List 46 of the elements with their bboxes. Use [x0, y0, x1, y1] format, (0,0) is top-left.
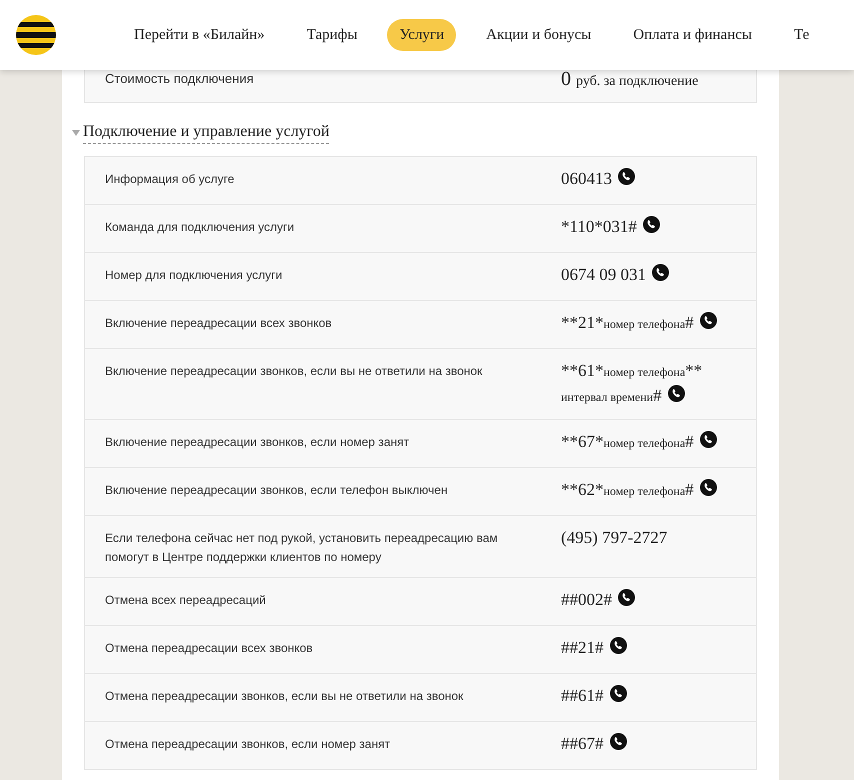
row-label: Отмена переадресации звонков, если номер занят	[104, 736, 392, 753]
nav-link[interactable]: Акции и бонусы	[474, 18, 604, 52]
row-label: Включение переадресации звонков, если вы не ответили на звонок	[104, 363, 484, 380]
phone-icon[interactable]	[610, 685, 626, 702]
phone-icon[interactable]	[610, 637, 626, 654]
code-value: **67*номер телефона#	[561, 430, 756, 455]
price-unit: руб. за подключение	[576, 73, 698, 91]
phone-icon[interactable]	[618, 168, 635, 185]
code-value: ##21#	[561, 636, 756, 661]
phone-icon[interactable]	[700, 312, 717, 329]
phone-icon[interactable]	[700, 431, 717, 448]
code-value: ##002#	[561, 588, 756, 613]
nav-link[interactable]: Те	[782, 18, 822, 52]
row-label: Если телефона сейчас нет под рукой, установить переадресацию вам помогут в Центре поддержки клиентов по номеру	[104, 530, 499, 566]
code-value: **21*номер телефона#	[561, 311, 756, 336]
logo-icon[interactable]	[16, 15, 56, 55]
phone-icon[interactable]	[618, 589, 635, 606]
price-value: 0	[561, 67, 571, 92]
row-label: Команда для подключения услуги	[104, 219, 296, 236]
code-value: ##67#	[561, 732, 756, 757]
phone-icon[interactable]	[700, 479, 717, 496]
phone-icon[interactable]	[652, 264, 669, 281]
section-link[interactable]: Подключение и управление услугой	[83, 121, 330, 144]
phone-icon[interactable]	[668, 385, 685, 402]
row-label: Стоимость подключения	[104, 70, 255, 88]
code-value: **62*номер телефона#	[561, 478, 756, 503]
row-label: Включение переадресации звонков, если номер занят	[104, 434, 410, 451]
code-value: 0674 09 031	[561, 263, 756, 288]
row-label: Отмена переадресации звонков, если вы не ответили на звонок	[104, 688, 464, 705]
row-label: Включение переадресации всех звонков	[104, 315, 333, 332]
code-value: *110*031#	[561, 215, 756, 240]
row-label: Отмена переадресации всех звонков	[104, 640, 314, 657]
nav-link[interactable]: Тарифы	[294, 18, 370, 52]
row-label: Включение переадресации звонков, если телефон выключен	[104, 482, 449, 499]
phone-icon[interactable]	[642, 216, 660, 233]
nav-link[interactable]: Оплата и финансы	[621, 18, 764, 52]
code-value: ##61#	[561, 684, 756, 709]
code-value: **61*номер телефона** интервал времени#	[561, 360, 704, 407]
nav-link[interactable]: Перейти в «Билайн»	[122, 18, 277, 52]
row-label: Отмена всех переадресаций	[104, 592, 267, 609]
phone-icon[interactable]	[610, 733, 626, 750]
code-value: (495) 797-2727	[561, 527, 668, 549]
nav-link[interactable]: Услуги	[387, 18, 456, 52]
code-value: 060413	[561, 167, 756, 192]
row-label: Информация об услуге	[104, 171, 236, 188]
row-label: Номер для подключения услуги	[104, 267, 284, 284]
